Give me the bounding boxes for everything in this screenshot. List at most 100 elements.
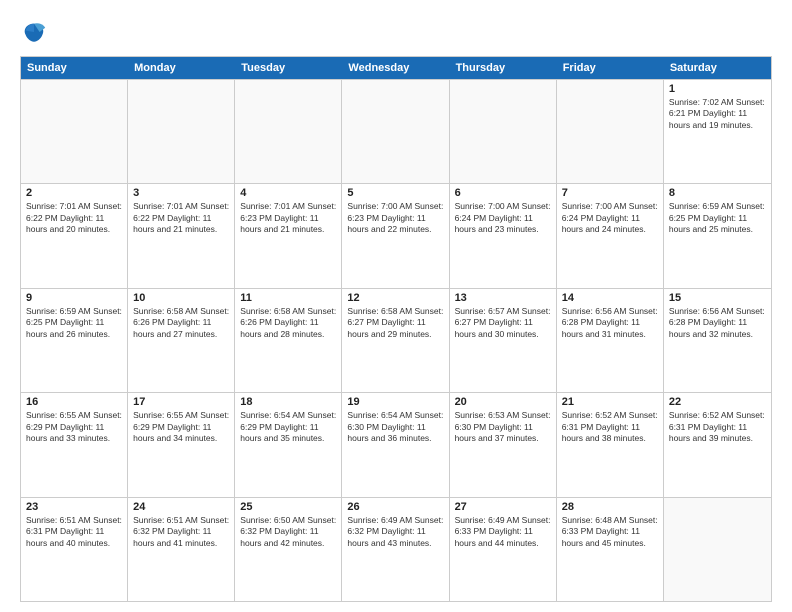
day-cell-25: 25 Sunrise: 6:50 AM Sunset: 6:32 PM Dayli… <box>235 498 342 601</box>
weekday-header-tuesday: Tuesday <box>235 57 342 79</box>
logo <box>20 18 52 46</box>
day-info: Sunrise: 6:52 AM Sunset: 6:31 PM Dayligh… <box>669 410 766 444</box>
logo-icon <box>20 18 48 46</box>
day-cell-26: 26 Sunrise: 6:49 AM Sunset: 6:32 PM Dayli… <box>342 498 449 601</box>
day-info: Sunrise: 6:54 AM Sunset: 6:30 PM Dayligh… <box>347 410 443 444</box>
day-number: 6 <box>455 187 551 199</box>
day-cell-empty-0-0 <box>21 80 128 183</box>
calendar-row-2: 9 Sunrise: 6:59 AM Sunset: 6:25 PM Daylig… <box>21 288 771 392</box>
day-number: 8 <box>669 187 766 199</box>
day-number: 18 <box>240 396 336 408</box>
weekday-header-monday: Monday <box>128 57 235 79</box>
day-number: 1 <box>669 83 766 95</box>
day-info: Sunrise: 6:58 AM Sunset: 6:26 PM Dayligh… <box>240 306 336 340</box>
day-info: Sunrise: 6:51 AM Sunset: 6:31 PM Dayligh… <box>26 515 122 549</box>
day-number: 23 <box>26 501 122 513</box>
page: SundayMondayTuesdayWednesdayThursdayFrid… <box>0 0 792 612</box>
day-info: Sunrise: 6:51 AM Sunset: 6:32 PM Dayligh… <box>133 515 229 549</box>
day-cell-8: 8 Sunrise: 6:59 AM Sunset: 6:25 PM Daylig… <box>664 184 771 287</box>
day-number: 26 <box>347 501 443 513</box>
day-cell-12: 12Sunrise: 6:58 AM Sunset: 6:27 PM Dayli… <box>342 289 449 392</box>
day-cell-10: 10 Sunrise: 6:58 AM Sunset: 6:26 PM Dayli… <box>128 289 235 392</box>
header <box>20 18 772 46</box>
day-info: Sunrise: 6:59 AM Sunset: 6:25 PM Dayligh… <box>669 201 766 235</box>
day-number: 12 <box>347 292 443 304</box>
day-cell-13: 13Sunrise: 6:57 AM Sunset: 6:27 PM Dayli… <box>450 289 557 392</box>
day-cell-empty-0-1 <box>128 80 235 183</box>
day-cell-5: 5 Sunrise: 7:00 AM Sunset: 6:23 PM Daylig… <box>342 184 449 287</box>
calendar-row-3: 16 Sunrise: 6:55 AM Sunset: 6:29 PM Dayli… <box>21 392 771 496</box>
day-number: 2 <box>26 187 122 199</box>
day-number: 5 <box>347 187 443 199</box>
calendar-body: 1 Sunrise: 7:02 AM Sunset: 6:21 PM Daylig… <box>21 79 771 601</box>
day-number: 24 <box>133 501 229 513</box>
day-cell-27: 27 Sunrise: 6:49 AM Sunset: 6:33 PM Dayli… <box>450 498 557 601</box>
day-number: 21 <box>562 396 658 408</box>
day-info: Sunrise: 7:00 AM Sunset: 6:23 PM Dayligh… <box>347 201 443 235</box>
day-cell-empty-0-2 <box>235 80 342 183</box>
day-number: 17 <box>133 396 229 408</box>
weekday-header-sunday: Sunday <box>21 57 128 79</box>
day-cell-1: 1 Sunrise: 7:02 AM Sunset: 6:21 PM Daylig… <box>664 80 771 183</box>
day-cell-14: 14 Sunrise: 6:56 AM Sunset: 6:28 PM Dayli… <box>557 289 664 392</box>
day-number: 16 <box>26 396 122 408</box>
day-info: Sunrise: 6:56 AM Sunset: 6:28 PM Dayligh… <box>562 306 658 340</box>
calendar-row-4: 23 Sunrise: 6:51 AM Sunset: 6:31 PM Dayli… <box>21 497 771 601</box>
day-number: 15 <box>669 292 766 304</box>
day-cell-22: 22 Sunrise: 6:52 AM Sunset: 6:31 PM Dayli… <box>664 393 771 496</box>
day-info: Sunrise: 6:49 AM Sunset: 6:32 PM Dayligh… <box>347 515 443 549</box>
calendar-row-1: 2 Sunrise: 7:01 AM Sunset: 6:22 PM Daylig… <box>21 183 771 287</box>
day-cell-24: 24 Sunrise: 6:51 AM Sunset: 6:32 PM Dayli… <box>128 498 235 601</box>
day-number: 27 <box>455 501 551 513</box>
day-cell-empty-0-5 <box>557 80 664 183</box>
day-number: 28 <box>562 501 658 513</box>
day-info: Sunrise: 7:00 AM Sunset: 6:24 PM Dayligh… <box>455 201 551 235</box>
day-cell-20: 20 Sunrise: 6:53 AM Sunset: 6:30 PM Dayli… <box>450 393 557 496</box>
day-number: 3 <box>133 187 229 199</box>
day-info: Sunrise: 6:52 AM Sunset: 6:31 PM Dayligh… <box>562 410 658 444</box>
day-cell-28: 28 Sunrise: 6:48 AM Sunset: 6:33 PM Dayli… <box>557 498 664 601</box>
day-cell-4: 4Sunrise: 7:01 AM Sunset: 6:23 PM Daylig… <box>235 184 342 287</box>
day-info: Sunrise: 6:58 AM Sunset: 6:26 PM Dayligh… <box>133 306 229 340</box>
day-cell-17: 17Sunrise: 6:55 AM Sunset: 6:29 PM Dayli… <box>128 393 235 496</box>
day-cell-16: 16 Sunrise: 6:55 AM Sunset: 6:29 PM Dayli… <box>21 393 128 496</box>
calendar-row-0: 1 Sunrise: 7:02 AM Sunset: 6:21 PM Daylig… <box>21 79 771 183</box>
day-cell-19: 19Sunrise: 6:54 AM Sunset: 6:30 PM Dayli… <box>342 393 449 496</box>
calendar: SundayMondayTuesdayWednesdayThursdayFrid… <box>20 56 772 602</box>
day-info: Sunrise: 7:02 AM Sunset: 6:21 PM Dayligh… <box>669 97 766 131</box>
day-cell-15: 15Sunrise: 6:56 AM Sunset: 6:28 PM Dayli… <box>664 289 771 392</box>
day-number: 20 <box>455 396 551 408</box>
day-cell-21: 21 Sunrise: 6:52 AM Sunset: 6:31 PM Dayli… <box>557 393 664 496</box>
day-info: Sunrise: 7:01 AM Sunset: 6:23 PM Dayligh… <box>240 201 336 235</box>
day-number: 14 <box>562 292 658 304</box>
weekday-header-saturday: Saturday <box>664 57 771 79</box>
day-cell-3: 3Sunrise: 7:01 AM Sunset: 6:22 PM Daylig… <box>128 184 235 287</box>
day-cell-11: 11 Sunrise: 6:58 AM Sunset: 6:26 PM Dayli… <box>235 289 342 392</box>
day-info: Sunrise: 7:01 AM Sunset: 6:22 PM Dayligh… <box>26 201 122 235</box>
day-cell-empty-0-3 <box>342 80 449 183</box>
day-cell-18: 18 Sunrise: 6:54 AM Sunset: 6:29 PM Dayli… <box>235 393 342 496</box>
day-info: Sunrise: 6:48 AM Sunset: 6:33 PM Dayligh… <box>562 515 658 549</box>
day-cell-empty-4-6 <box>664 498 771 601</box>
day-info: Sunrise: 6:55 AM Sunset: 6:29 PM Dayligh… <box>26 410 122 444</box>
day-number: 13 <box>455 292 551 304</box>
day-number: 9 <box>26 292 122 304</box>
day-info: Sunrise: 6:53 AM Sunset: 6:30 PM Dayligh… <box>455 410 551 444</box>
day-number: 11 <box>240 292 336 304</box>
day-number: 10 <box>133 292 229 304</box>
day-info: Sunrise: 7:00 AM Sunset: 6:24 PM Dayligh… <box>562 201 658 235</box>
day-info: Sunrise: 6:54 AM Sunset: 6:29 PM Dayligh… <box>240 410 336 444</box>
day-number: 7 <box>562 187 658 199</box>
day-number: 22 <box>669 396 766 408</box>
weekday-header-thursday: Thursday <box>450 57 557 79</box>
day-cell-9: 9 Sunrise: 6:59 AM Sunset: 6:25 PM Daylig… <box>21 289 128 392</box>
day-cell-empty-0-4 <box>450 80 557 183</box>
day-number: 25 <box>240 501 336 513</box>
day-info: Sunrise: 6:59 AM Sunset: 6:25 PM Dayligh… <box>26 306 122 340</box>
weekday-header-friday: Friday <box>557 57 664 79</box>
day-cell-6: 6 Sunrise: 7:00 AM Sunset: 6:24 PM Daylig… <box>450 184 557 287</box>
day-info: Sunrise: 6:50 AM Sunset: 6:32 PM Dayligh… <box>240 515 336 549</box>
day-cell-23: 23 Sunrise: 6:51 AM Sunset: 6:31 PM Dayli… <box>21 498 128 601</box>
day-cell-7: 7 Sunrise: 7:00 AM Sunset: 6:24 PM Daylig… <box>557 184 664 287</box>
day-info: Sunrise: 6:49 AM Sunset: 6:33 PM Dayligh… <box>455 515 551 549</box>
